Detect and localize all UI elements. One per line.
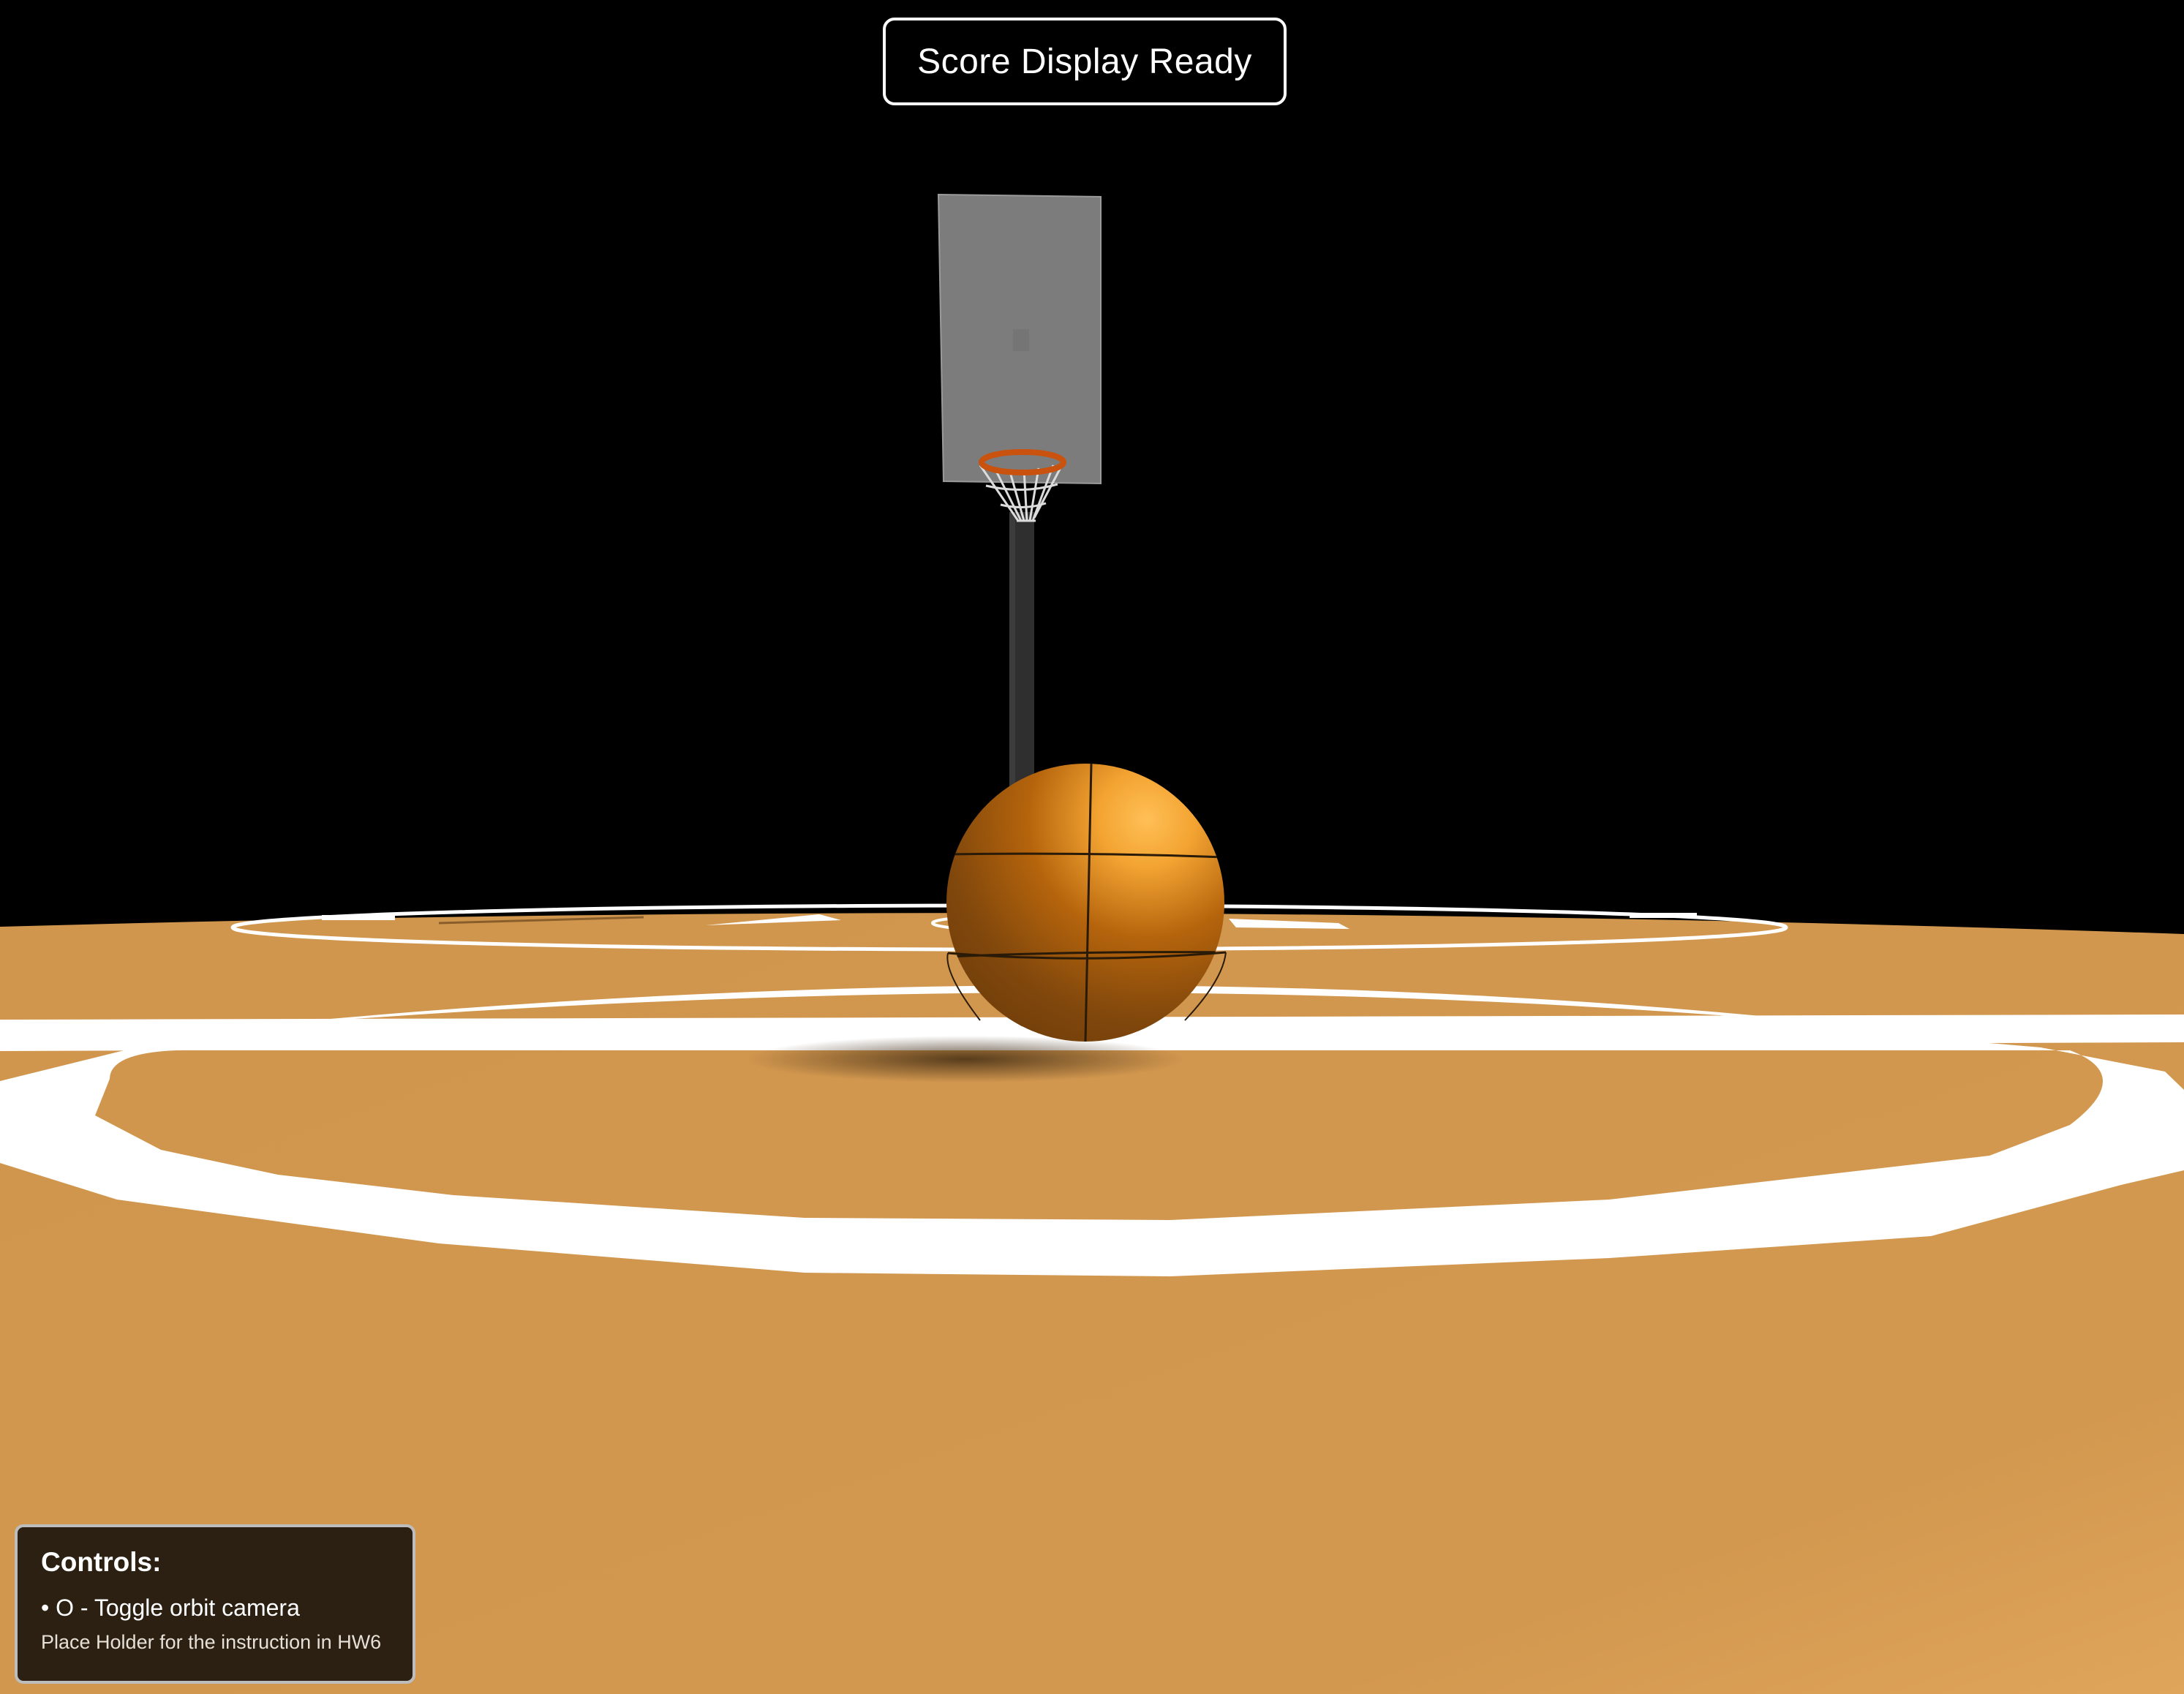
controls-title: Controls: [41,1547,162,1577]
controls-item-orbit-camera: • O - Toggle orbit camera [41,1595,300,1621]
backboard-target-square [1013,329,1029,351]
basketball-scene[interactable]: Score Display Ready Controls: • O - Togg… [0,0,2184,1694]
controls-placeholder-note: Place Holder for the instruction in HW6 [41,1631,382,1653]
ball-shadow [746,1036,1185,1083]
basketball [946,764,1227,1042]
scene-canvas[interactable] [0,0,2184,1694]
controls-panel: Controls: • O - Toggle orbit camera Plac… [15,1524,415,1684]
score-display: Score Display Ready [883,18,1287,105]
